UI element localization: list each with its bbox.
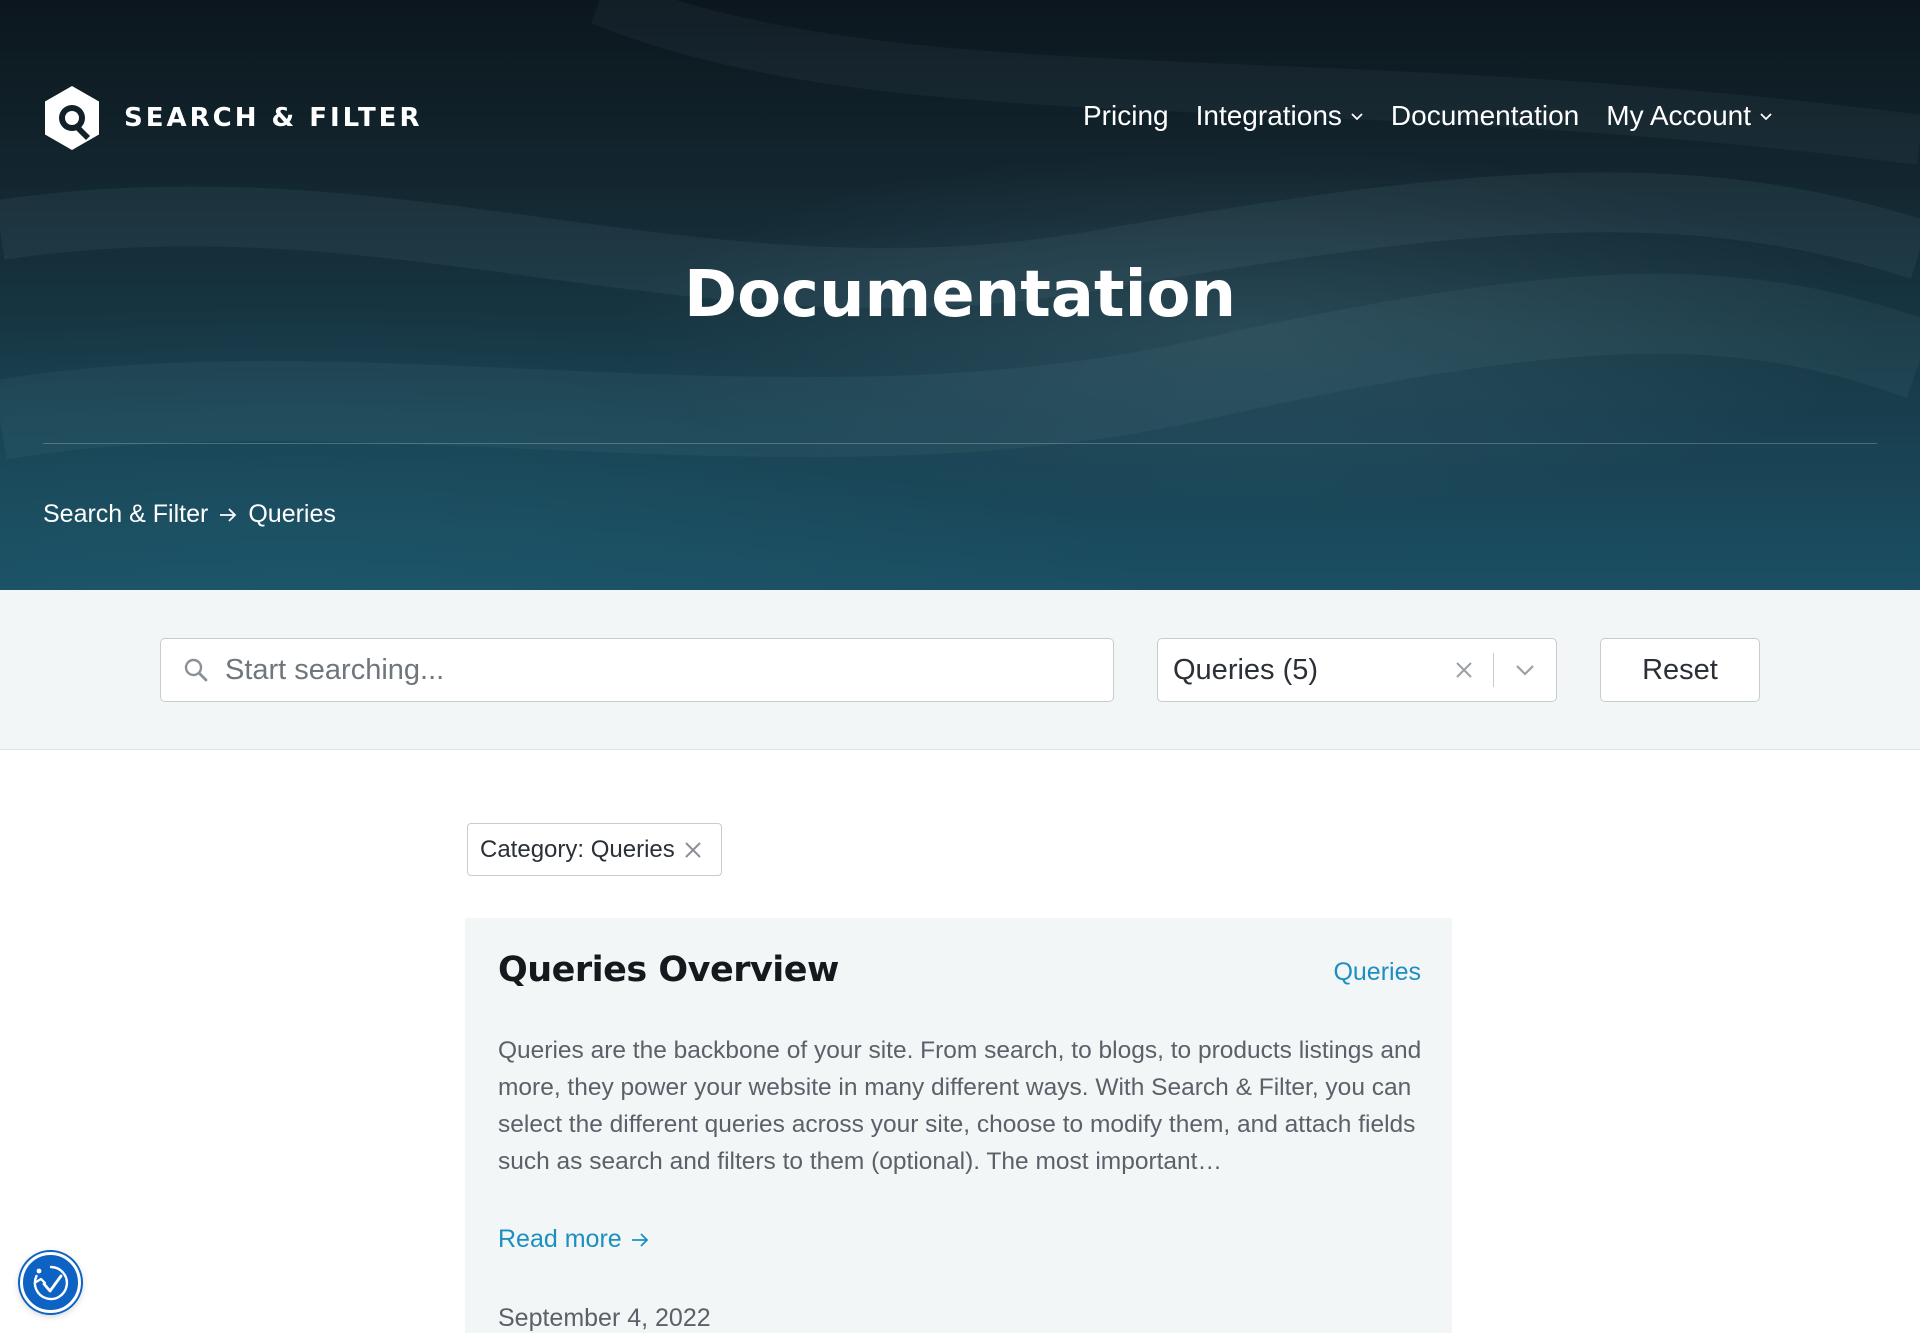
- search-icon: [184, 658, 208, 682]
- active-filter-label: Category: Queries: [480, 835, 675, 863]
- nav-item-pricing[interactable]: Pricing: [1083, 100, 1169, 132]
- read-more-link[interactable]: Read more: [498, 1225, 650, 1254]
- result-date: September 4, 2022: [498, 1304, 711, 1332]
- search-filter-logo-icon: [45, 86, 99, 150]
- category-select-value: Queries (5): [1173, 653, 1319, 686]
- chevron-down-icon: [1760, 113, 1772, 121]
- nav-item-integrations[interactable]: Integrations: [1196, 100, 1364, 132]
- hero-divider: [43, 443, 1877, 444]
- result-category-link[interactable]: Queries: [1333, 958, 1421, 987]
- chevron-down-icon[interactable]: [1514, 663, 1536, 677]
- site-logo[interactable]: SEARCH & FILTER: [42, 84, 422, 152]
- nav-item-label: Integrations: [1195, 100, 1342, 131]
- nav-item-label: My Account: [1606, 100, 1751, 131]
- result-title[interactable]: Queries Overview: [498, 950, 839, 990]
- breadcrumb-item-current: Queries: [248, 500, 336, 528]
- reset-button[interactable]: Reset: [1600, 638, 1760, 702]
- arrow-right-icon: [631, 1232, 648, 1247]
- read-more-label: Read more: [498, 1225, 622, 1253]
- clear-selection-icon[interactable]: [1453, 659, 1475, 681]
- chevron-down-icon: [1351, 113, 1363, 121]
- search-field[interactable]: [160, 638, 1114, 702]
- nav-item-label: Documentation: [1390, 100, 1580, 131]
- main-nav: Pricing Integrations Documentation My Ac…: [1083, 100, 1800, 132]
- breadcrumb: Search & Filter Queries: [43, 500, 336, 529]
- accessibility-icon: [33, 1265, 68, 1300]
- category-select[interactable]: Queries (5): [1157, 638, 1557, 702]
- nav-item-my-account[interactable]: My Account: [1606, 100, 1773, 132]
- result-excerpt: Queries are the backbone of your site. F…: [498, 1037, 1422, 1175]
- accessibility-widget-button[interactable]: [20, 1252, 81, 1313]
- arrow-right-icon: [220, 507, 237, 522]
- search-input[interactable]: [225, 640, 1085, 700]
- nav-item-label: Pricing: [1083, 100, 1169, 131]
- hero-header: SEARCH & FILTER Pricing Integrations Doc…: [0, 0, 1920, 590]
- nav-item-documentation[interactable]: Documentation: [1391, 100, 1579, 132]
- remove-filter-icon[interactable]: [683, 840, 703, 860]
- select-separator: [1492, 653, 1494, 687]
- active-filter-chip[interactable]: Category: Queries: [467, 823, 722, 876]
- result-card: Queries Overview Queries Queries are the…: [465, 918, 1452, 1333]
- page-title: Documentation: [683, 258, 1237, 332]
- breadcrumb-item-home[interactable]: Search & Filter: [43, 500, 208, 529]
- brand-name: SEARCH & FILTER: [124, 103, 423, 133]
